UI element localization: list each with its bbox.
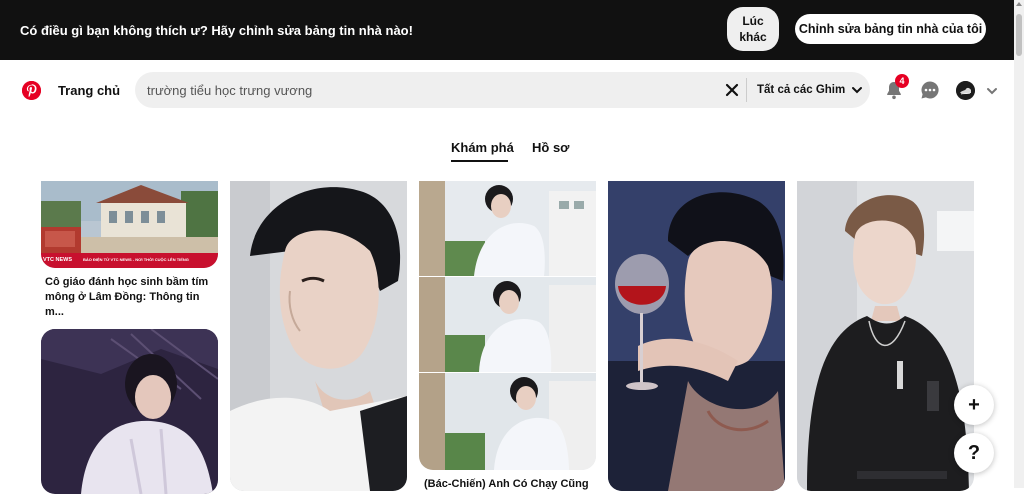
- pin-filter-dropdown[interactable]: Tất cả các Ghim: [757, 72, 867, 108]
- notification-badge: 4: [895, 74, 909, 88]
- chevron-down-icon: [852, 87, 863, 94]
- pin-image: [608, 181, 785, 491]
- filter-label: Tất cả các Ghim: [757, 84, 846, 96]
- pinterest-logo-icon[interactable]: [22, 81, 41, 100]
- home-link[interactable]: Trang chủ: [49, 74, 129, 106]
- pin-portrait-side[interactable]: [230, 181, 407, 491]
- tab-explore[interactable]: Khám phá: [451, 140, 514, 155]
- pin-portrait-wine[interactable]: [608, 181, 785, 491]
- search-bar: Tất cả các Ghim: [135, 72, 870, 108]
- pin-image: [230, 181, 407, 491]
- later-button[interactable]: Lúc khác: [727, 7, 779, 51]
- pin-overlay-brand: VTC NEWS: [43, 257, 73, 263]
- search-input[interactable]: [147, 72, 707, 108]
- pin-collage-balcony[interactable]: [419, 181, 596, 470]
- account-chevron-down-icon[interactable]: [985, 84, 999, 98]
- chat-bubble-icon[interactable]: [920, 80, 940, 100]
- help-button[interactable]: ?: [954, 433, 994, 473]
- pin-image: [41, 329, 218, 494]
- banner-message: Có điều gì bạn không thích ư? Hãy chỉnh …: [20, 23, 413, 38]
- tab-profile[interactable]: Hồ sơ: [532, 140, 569, 155]
- scroll-up-arrow-icon[interactable]: [1016, 2, 1022, 6]
- pin-caption[interactable]: Cô giáo đánh học sinh bầm tím mông ở Lâm…: [45, 275, 220, 320]
- add-button[interactable]: +: [954, 385, 994, 425]
- pin-image: [797, 181, 974, 491]
- pin-image: [419, 181, 596, 470]
- pin-portrait-black-tee[interactable]: [797, 181, 974, 491]
- pin-caption[interactable]: (Bác-Chiến) Anh Có Chạy Cũng: [424, 477, 599, 492]
- scrollbar-thumb[interactable]: [1016, 14, 1022, 56]
- pin-school-news[interactable]: VTC NEWS BÁO ĐIỆN TỬ VTC NEWS - NƠI THỜI…: [41, 181, 218, 268]
- feed-edit-banner: Có điều gì bạn không thích ư? Hãy chỉnh …: [0, 0, 1014, 60]
- avatar[interactable]: [956, 81, 975, 100]
- page-scrollbar[interactable]: [1014, 0, 1024, 488]
- top-navigation: Trang chủ Tất cả các Ghim 4: [0, 60, 1014, 120]
- active-tab-underline: [451, 160, 508, 162]
- profile-tabs: Khám phá Hồ sơ: [0, 120, 1014, 178]
- pin-overlay-text: BÁO ĐIỆN TỬ VTC NEWS - NƠI THỜI CUỘC LÊN…: [83, 257, 189, 262]
- pin-portrait-stage[interactable]: [41, 329, 218, 494]
- pin-image: [41, 181, 218, 268]
- search-divider: [746, 78, 747, 102]
- edit-home-feed-button[interactable]: Chỉnh sửa bảng tin nhà của tôi: [795, 14, 986, 44]
- close-icon[interactable]: [723, 81, 741, 99]
